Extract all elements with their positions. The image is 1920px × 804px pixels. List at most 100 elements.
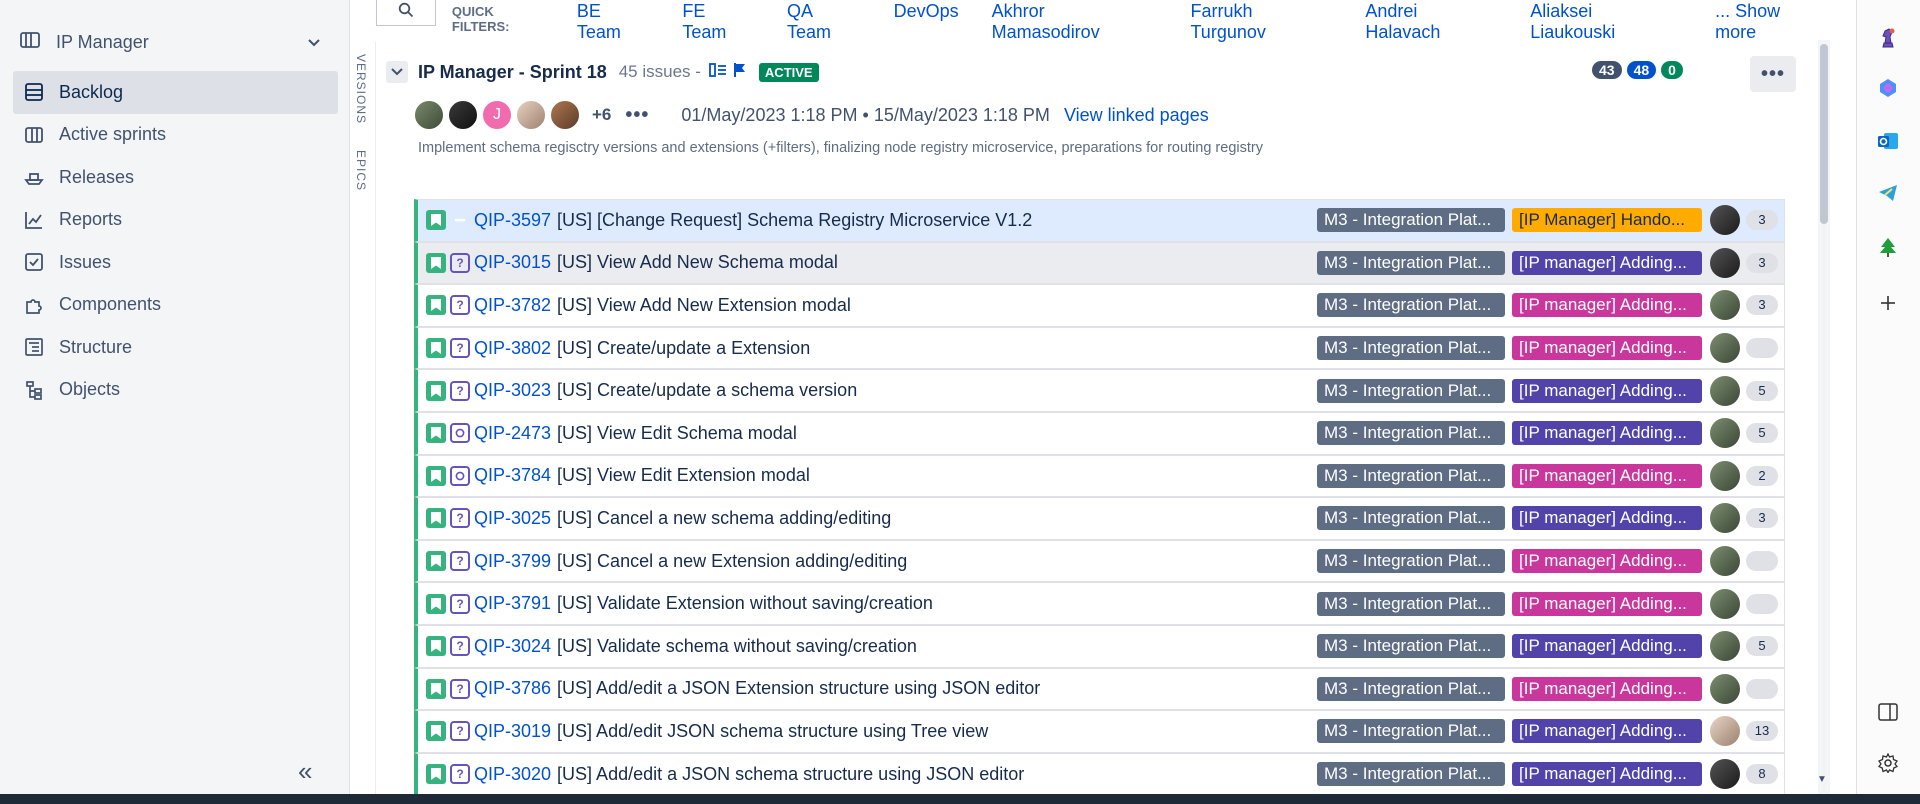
issue-summary: [US] Validate Extension without saving/c… [557,593,933,614]
avatar[interactable] [550,100,580,130]
quick-filter-farrukh[interactable]: Farrukh Turgunov [1190,1,1332,43]
scrollbar-thumb[interactable] [1820,44,1828,224]
sidebar-item-reports[interactable]: Reports [13,199,338,242]
tab-versions[interactable]: VERSIONS [354,54,368,124]
sidebar-item-issues[interactable]: Issues [13,241,338,284]
issue-row[interactable]: ? QIP-3799 [US] Cancel a new Extension add… [414,539,1785,583]
assignee-avatar[interactable] [1710,205,1740,236]
assignee-avatar[interactable] [1710,247,1740,278]
issue-row[interactable]: ? QIP-3024 [US] Validate schema without sa… [414,624,1785,668]
puzzle-icon [23,294,45,316]
view-linked-pages-link[interactable]: View linked pages [1064,105,1209,126]
assignee-avatar[interactable] [1710,673,1740,704]
quick-filter-andrei[interactable]: Andrei Halavach [1365,1,1497,43]
show-more-link[interactable]: ... Show more [1715,1,1826,43]
assignee-avatar[interactable] [1710,418,1740,449]
quick-filter-aliaksei[interactable]: Aliaksei Liaukouski [1530,1,1682,43]
assignee-avatar[interactable] [1710,290,1740,321]
issue-key-link[interactable]: QIP-3802 [474,338,551,359]
issue-key-link[interactable]: QIP-3784 [474,465,551,486]
assignee-avatar[interactable] [1710,546,1740,577]
avatar[interactable] [448,100,478,130]
sidebar-item-label: Reports [59,209,123,230]
avatar[interactable] [414,100,444,130]
assignee-avatar[interactable] [1710,503,1740,534]
sidebar-item-backlog[interactable]: Backlog [13,71,338,114]
chess-icon[interactable] [1875,25,1901,51]
tree-app-icon[interactable] [1875,234,1901,260]
issue-key-link[interactable]: QIP-3799 [474,551,551,572]
issue-row[interactable]: ? QIP-3015 [US] View Add New Schema modal M… [414,241,1785,285]
assignee-avatar[interactable] [1710,631,1740,662]
sidebar-item-label: Active sprints [59,124,167,145]
avatar[interactable]: J [482,100,512,130]
project-switcher[interactable]: IP Manager [20,27,330,57]
story-points-badge: 3 [1746,508,1778,529]
issue-row[interactable]: ? QIP-3802 [US] Create/update a Extension M… [414,326,1785,370]
assignee-avatar[interactable] [1710,333,1740,364]
scroll-down-arrow-icon[interactable]: ▼ [1817,774,1827,785]
quick-filter-be-team[interactable]: BE Team [577,1,650,43]
panel-icon[interactable] [1875,699,1901,725]
issue-row[interactable]: ? QIP-3019 [US] Add/edit JSON schema struc… [414,710,1785,753]
issue-row[interactable]: ? QIP-3791 [US] Validate Extension without… [414,582,1785,625]
sidebar-item-label: Structure [59,336,133,357]
issue-summary: [US] [Change Request] Schema Registry Mi… [557,209,1033,230]
copilot-icon[interactable] [1875,75,1901,101]
assignee-avatar[interactable] [1710,588,1740,619]
flag-icon[interactable] [733,62,747,83]
issue-key-link[interactable]: QIP-3786 [474,678,551,699]
assignee-avatar[interactable] [1710,759,1740,790]
issue-key-link[interactable]: QIP-3025 [474,508,551,529]
issue-key-link[interactable]: QIP-3015 [474,252,551,273]
issue-row[interactable]: ? QIP-3782 [US] View Add New Extension mod… [414,284,1785,327]
issue-key-link[interactable]: QIP-3019 [474,721,551,742]
sidebar-item-releases[interactable]: Releases [13,156,338,199]
vertical-scrollbar[interactable] [1818,40,1830,794]
more-options-icon[interactable]: ••• [625,104,649,127]
add-icon[interactable] [1875,290,1901,316]
issue-key-link[interactable]: QIP-3020 [474,764,551,785]
tab-epics[interactable]: EPICS [354,150,368,191]
sprint-collapse-toggle[interactable] [386,61,408,83]
issue-key-link[interactable]: QIP-3597 [474,210,551,231]
quick-filter-akhror[interactable]: Akhror Mamasodirov [992,1,1158,43]
epic-badge: [IP manager] Adding... [1512,336,1702,361]
telegram-icon[interactable] [1875,180,1901,206]
issue-list: QIP-3597 [US] [Change Request] Schema Reg… [414,199,1785,796]
board-link-icon[interactable] [709,62,727,83]
more-assignees-count[interactable]: +6 [592,105,611,125]
story-icon [426,593,446,614]
issue-key-link[interactable]: QIP-3024 [474,636,551,657]
issue-row[interactable]: ? QIP-3025 [US] Cancel a new schema adding… [414,497,1785,540]
issue-row[interactable]: QIP-2473 [US] View Edit Schema modal M3 - … [414,411,1785,455]
quick-filter-qa-team[interactable]: QA Team [787,1,861,43]
issue-key-link[interactable]: QIP-2473 [474,423,551,444]
fix-version-badge: M3 - Integration Plat... [1317,421,1505,446]
assignee-avatar[interactable] [1710,375,1740,406]
issue-row[interactable]: ? QIP-3020 [US] Add/edit a JSON schema str… [414,752,1785,796]
outlook-icon[interactable] [1875,128,1901,154]
issue-row[interactable]: QIP-3597 [US] [Change Request] Schema Reg… [414,199,1785,242]
quick-filter-fe-team[interactable]: FE Team [682,1,754,43]
settings-icon[interactable] [1875,750,1901,776]
quick-filter-devops[interactable]: DevOps [894,1,959,22]
issue-row[interactable]: ? QIP-3023 [US] Create/update a schema ver… [414,369,1785,412]
assignee-avatar[interactable] [1710,716,1740,747]
sidebar-item-objects[interactable]: Objects [13,369,338,412]
sprint-header: IP Manager - Sprint 18 45 issues - ACTIV… [386,56,1806,156]
issue-key-link[interactable]: QIP-3791 [474,593,551,614]
sidebar-item-structure[interactable]: Structure [13,326,338,369]
issue-key-link[interactable]: QIP-3023 [474,380,551,401]
collapse-sidebar-icon[interactable]: « [298,756,313,787]
sidebar-item-components[interactable]: Components [13,284,338,327]
fix-version-badge: M3 - Integration Plat... [1317,634,1505,659]
avatar[interactable] [516,100,546,130]
search-button[interactable] [376,0,436,26]
sidebar-item-active-sprints[interactable]: Active sprints [13,114,338,157]
issue-key-link[interactable]: QIP-3782 [474,295,551,316]
issue-row[interactable]: QIP-3784 [US] View Edit Extension modal M3… [414,454,1785,498]
issue-row[interactable]: ? QIP-3786 [US] Add/edit a JSON Extension … [414,667,1785,711]
assignee-avatar[interactable] [1710,460,1740,491]
sprint-more-actions-button[interactable]: ••• [1750,56,1796,92]
